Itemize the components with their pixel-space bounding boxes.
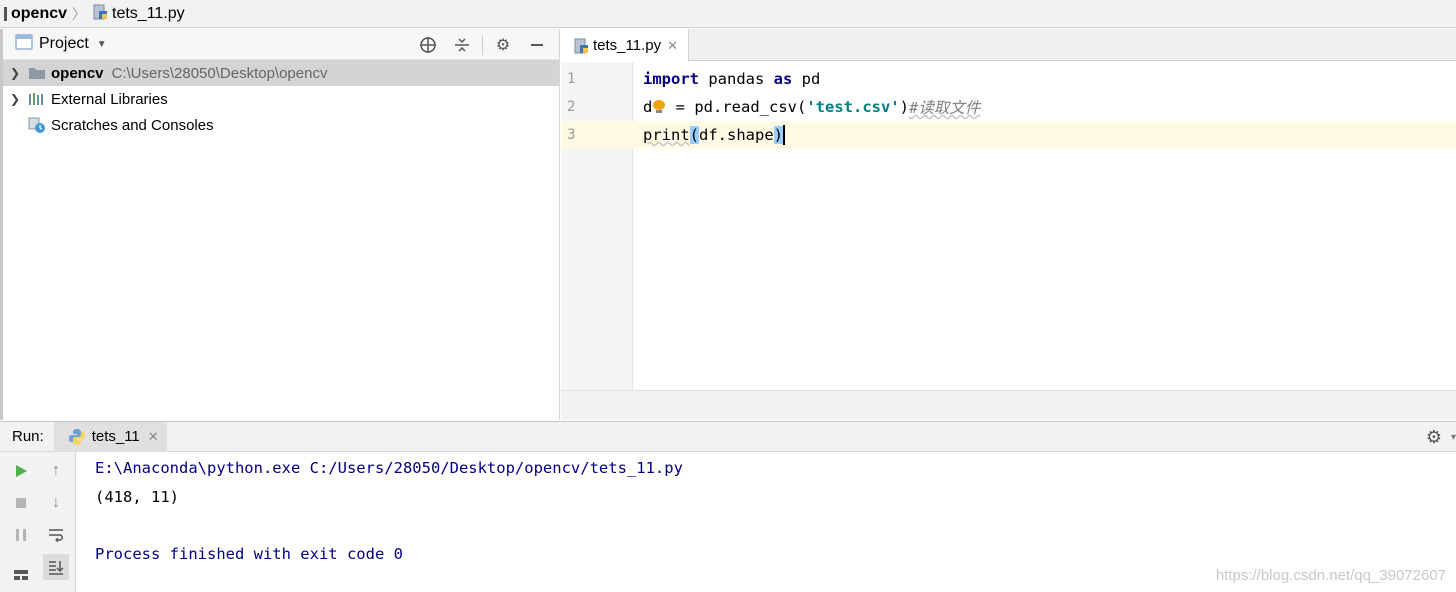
minimize-icon[interactable]: [523, 33, 551, 57]
code-area[interactable]: import pandas as pd d = pd.read_csv('tes…: [633, 62, 1456, 390]
tree-item-path: C:\Users\28050\Desktop\opencv: [111, 64, 328, 82]
tree-item-label: Scratches and Consoles: [51, 116, 214, 134]
gear-icon[interactable]: ⚙: [1426, 427, 1442, 448]
code-editor: tets_11.py ✕ 1 2 3 import pandas as pd d…: [561, 29, 1456, 420]
run-tab-label: tets_11: [91, 428, 140, 445]
string-literal: 'test.csv': [806, 98, 900, 116]
pause-icon[interactable]: [8, 522, 34, 548]
python-icon: [68, 428, 86, 446]
scroll-to-end-icon[interactable]: [43, 554, 69, 580]
code-text: ): [899, 98, 909, 116]
project-panel-title[interactable]: Project: [39, 35, 89, 53]
python-file-icon: [92, 4, 108, 24]
arrow-up-icon[interactable]: ↑: [43, 458, 69, 484]
lightbulb-icon[interactable]: [653, 100, 666, 114]
stop-icon[interactable]: [8, 490, 34, 516]
chevron-right-icon[interactable]: ❯: [3, 66, 27, 80]
libraries-icon: [27, 91, 47, 107]
chevron-down-icon[interactable]: ▾: [1451, 432, 1456, 443]
code-text: df.shape: [699, 126, 774, 144]
console-line: Process finished with exit code 0: [95, 545, 403, 563]
collapse-all-icon[interactable]: [448, 33, 476, 57]
code-comment: #读取文件: [909, 99, 981, 117]
toolbar-divider: [482, 35, 483, 55]
code-line-3[interactable]: print(df.shape): [633, 121, 1456, 149]
chevron-right-icon[interactable]: ❯: [3, 92, 27, 106]
keyword-import: import: [643, 70, 699, 88]
code-line-1[interactable]: import pandas as pd: [633, 65, 1456, 93]
code-text: pandas: [699, 70, 774, 88]
console-line: (418, 11): [95, 488, 179, 506]
function-print: print: [643, 126, 690, 144]
navigation-bar: opencv 〉 tets_11.py: [0, 0, 1456, 28]
locate-icon[interactable]: [414, 33, 442, 57]
tree-item-scratches[interactable]: Scratches and Consoles: [3, 112, 559, 138]
tree-item-opencv[interactable]: ❯ opencv C:\Users\28050\Desktop\opencv: [3, 60, 559, 86]
code-text: pd: [792, 70, 821, 88]
tree-item-label: External Libraries: [51, 90, 168, 108]
layout-icon[interactable]: [8, 562, 34, 588]
editor-footer: [561, 390, 1456, 420]
line-number: 2: [567, 99, 576, 115]
breadcrumb-separator-icon: 〉: [72, 5, 87, 22]
line-number: 1: [567, 71, 576, 87]
line-number-gutter: 1 2 3: [561, 62, 633, 390]
python-file-icon: [573, 38, 589, 54]
arrow-down-icon[interactable]: ↓: [43, 490, 69, 516]
line-number: 3: [567, 127, 576, 143]
text-cursor: [783, 125, 786, 145]
breadcrumb-edge: [4, 6, 7, 21]
breadcrumb-file[interactable]: tets_11.py: [112, 5, 185, 23]
scratches-icon: [27, 117, 47, 133]
keyword-as: as: [773, 70, 793, 88]
editor-tab-tets-11[interactable]: tets_11.py ✕: [561, 29, 690, 62]
watermark: https://blog.csdn.net/qq_39072607: [1215, 567, 1446, 584]
gear-icon[interactable]: ⚙: [489, 33, 517, 57]
project-view-icon: [15, 34, 33, 54]
chevron-down-icon[interactable]: ▼: [97, 39, 107, 50]
paren-highlight: ): [773, 126, 784, 144]
rerun-icon[interactable]: [8, 458, 34, 484]
run-toolbar: ↑ ↓: [0, 452, 76, 592]
project-panel-header: Project ▼ ⚙: [3, 29, 559, 60]
close-icon[interactable]: ✕: [148, 429, 159, 445]
console-line: E:\Anaconda\python.exe C:/Users/28050/De…: [95, 459, 683, 477]
run-panel-header: Run: tets_11 ✕ ⚙ ▾: [0, 421, 1456, 452]
code-text: = pd.read_csv(: [666, 98, 807, 116]
editor-tab-label: tets_11.py: [593, 37, 662, 54]
soft-wrap-icon[interactable]: [43, 522, 69, 548]
close-icon[interactable]: ✕: [667, 38, 678, 54]
tree-item-external-libraries[interactable]: ❯ External Libraries: [3, 86, 559, 112]
code-text: d: [643, 98, 653, 116]
project-panel: Project ▼ ⚙ ❯ opencv C:\Users\28050\Desk…: [0, 29, 560, 420]
run-label: Run:: [12, 428, 44, 445]
run-console[interactable]: E:\Anaconda\python.exe C:/Users/28050/De…: [77, 452, 1456, 592]
run-tab-tets-11[interactable]: tets_11 ✕: [53, 421, 167, 452]
paren-highlight: (: [689, 126, 700, 144]
breadcrumb-project[interactable]: opencv: [11, 5, 67, 23]
editor-tab-bar: tets_11.py ✕: [561, 29, 1456, 62]
folder-icon: [27, 65, 47, 81]
tree-item-label: opencv: [51, 64, 104, 82]
code-line-2[interactable]: d = pd.read_csv('test.csv') #读取文件: [633, 93, 1456, 121]
